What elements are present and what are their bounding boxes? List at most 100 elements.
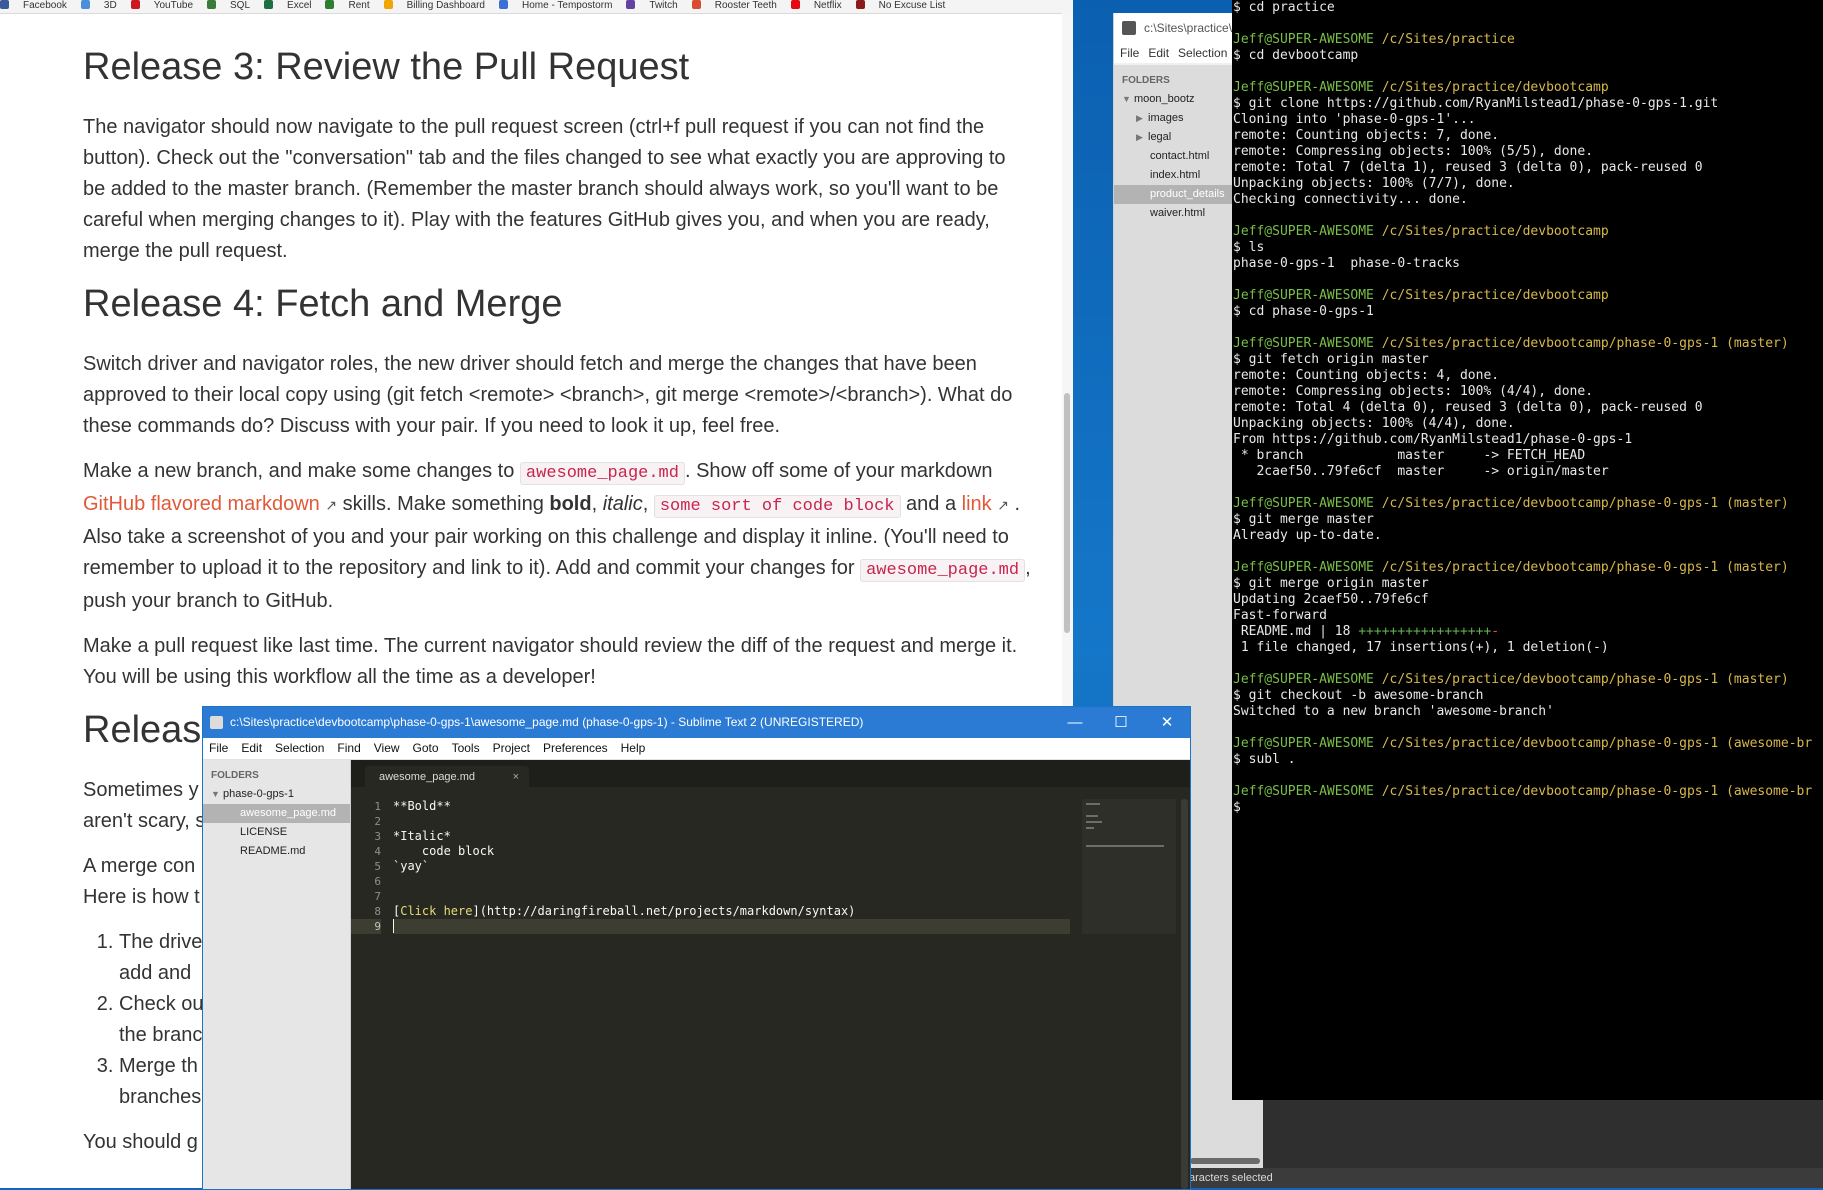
text-segment: ,: [642, 493, 654, 515]
close-button[interactable]: ✕: [1144, 707, 1190, 738]
close-tab-icon[interactable]: ×: [513, 766, 519, 788]
file-readme[interactable]: README.md: [203, 842, 350, 861]
terminal-line: Cloning into 'phase-0-gps-1'...: [1233, 112, 1476, 127]
code-area[interactable]: **Bold** *Italic* code block `yay` [Click h…: [393, 799, 1070, 934]
sublime-app-icon: [210, 716, 223, 729]
file-awesome-page[interactable]: awesome_page.md: [203, 804, 350, 823]
github-markdown-link[interactable]: GitHub flavored markdown: [83, 493, 320, 515]
tab-bar: awesome_page.md ×: [351, 760, 1190, 787]
bookmark-item[interactable]: 3D: [80, 0, 117, 11]
bookmark-label: Billing Dashboard: [406, 0, 485, 11]
bookmark-item[interactable]: Facebook: [0, 0, 67, 11]
menu-edit[interactable]: Edit: [1148, 46, 1169, 60]
menu-item[interactable]: Tools: [452, 741, 480, 755]
prompt-path: /c/Sites/practice/devbootcamp: [1373, 224, 1609, 239]
text-segment: add and: [119, 962, 192, 984]
line-number: 4: [374, 845, 381, 858]
terminal-line: Jeff@SUPER-AWESOME /c/Sites/practice/dev…: [1233, 496, 1823, 512]
menu-file[interactable]: File: [1120, 46, 1139, 60]
prompt-user: Jeff@SUPER-AWESOME: [1233, 736, 1374, 751]
bookmark-item[interactable]: No Excuse List: [855, 0, 945, 11]
terminal-line: remote: Compressing objects: 100% (5/5),…: [1233, 144, 1594, 159]
code-editor[interactable]: 1 2 3 4 5 6 7 89 **Bold** *Italic* code block `ya…: [351, 787, 1190, 1189]
terminal-window[interactable]: $ cd practice Jeff@SUPER-AWESOME /c/Sites…: [1232, 0, 1823, 1100]
maximize-button[interactable]: ☐: [1098, 707, 1144, 738]
menu-item[interactable]: Help: [621, 741, 646, 755]
bookmark-item[interactable]: Rent: [325, 0, 370, 11]
terminal-line: phase-0-gps-1 phase-0-tracks: [1233, 256, 1460, 271]
menu-item[interactable]: Project: [493, 741, 530, 755]
terminal-line: Jeff@SUPER-AWESOME /c/Sites/practice/dev…: [1233, 560, 1823, 576]
prompt-path: /c/Sites/practice/devbootcamp: [1373, 288, 1609, 303]
minimize-button[interactable]: —: [1052, 707, 1098, 738]
editor-scrollbar[interactable]: [1181, 799, 1188, 1189]
menu-item[interactable]: Find: [337, 741, 360, 755]
file-license[interactable]: LICENSE: [203, 823, 350, 842]
code-line: `yay`: [393, 859, 430, 873]
code-line: code block: [393, 844, 495, 858]
inline-code: some sort of code block: [653, 495, 901, 518]
menu-item[interactable]: Selection: [275, 741, 324, 755]
bookmark-label: Excel: [287, 0, 312, 11]
bookmark-item[interactable]: Billing Dashboard: [383, 0, 485, 11]
terminal-line: $ git merge master: [1233, 512, 1374, 527]
sublime-titlebar[interactable]: c:\Sites\practice\devbootcamp\phase-0-gp…: [203, 707, 1190, 738]
menu-selection[interactable]: Selection: [1178, 46, 1227, 60]
release-4-paragraph-2: Make a new branch, and make some changes…: [83, 456, 1033, 617]
bookmark-favicon-icon: [855, 0, 865, 9]
menu-item[interactable]: Edit: [241, 741, 262, 755]
window-controls: — ☐ ✕: [1052, 707, 1190, 738]
bookmark-item[interactable]: Excel: [264, 0, 311, 11]
terminal-line: remote: Compressing objects: 100% (4/4),…: [1233, 384, 1594, 399]
menu-item[interactable]: Goto: [413, 741, 439, 755]
bookmark-item[interactable]: Rooster Teeth: [691, 0, 777, 11]
terminal-line: Switched to a new branch 'awesome-branch…: [1233, 704, 1554, 719]
browser-scroll-thumb[interactable]: [1064, 393, 1070, 633]
terminal-line: Already up-to-date.: [1233, 528, 1382, 543]
italic-text: italic: [602, 493, 643, 515]
menu-item[interactable]: File: [209, 741, 228, 755]
text-segment: Check ou: [119, 993, 204, 1015]
prompt-user: Jeff@SUPER-AWESOME: [1233, 560, 1374, 575]
text-cursor: [393, 919, 394, 933]
bookmark-item[interactable]: YouTube: [130, 0, 193, 11]
terminal-line: $ git clone https://github.com/RyanMilst…: [1233, 96, 1719, 111]
sublime-menubar: File Edit Selection Find View Goto Tools Projec…: [203, 738, 1190, 760]
code-line: *Italic*: [393, 829, 451, 843]
line-number-gutter: 1 2 3 4 5 6 7 89: [351, 799, 381, 934]
menu-item[interactable]: View: [374, 741, 400, 755]
prompt-path: /c/Sites/practice/devbootcamp/phase-0-gp…: [1373, 672, 1789, 687]
line-number: 5: [374, 860, 381, 873]
terminal-line: $ git checkout -b awesome-branch: [1233, 688, 1484, 703]
prompt-user: Jeff@SUPER-AWESOME: [1233, 32, 1374, 47]
bookmark-favicon-icon: [383, 0, 393, 9]
bookmark-label: Rent: [348, 0, 370, 11]
text-segment: the branc: [119, 1024, 203, 1046]
diff-stat: README.md | 18: [1233, 624, 1359, 639]
horizontal-scrollbar[interactable]: [1190, 1158, 1260, 1164]
bookmark-item[interactable]: SQL: [207, 0, 250, 11]
terminal-line: Jeff@SUPER-AWESOME /c/Sites/practice/dev…: [1233, 672, 1823, 688]
minimap[interactable]: [1082, 799, 1176, 934]
external-link-icon: ↗: [325, 497, 338, 513]
bookmark-item[interactable]: Netflix: [790, 0, 842, 11]
bookmark-label: Facebook: [23, 0, 67, 11]
bookmark-item[interactable]: Twitch: [626, 0, 678, 11]
syntax-link[interactable]: link: [962, 493, 992, 515]
bookmark-favicon-icon: [790, 0, 800, 9]
menu-item[interactable]: Preferences: [543, 741, 608, 755]
bookmark-favicon-icon: [0, 0, 9, 9]
tab-label: awesome_page.md: [379, 771, 476, 783]
folder-phase-0-gps-1[interactable]: ▼ phase-0-gps-1: [203, 785, 350, 804]
collapsed-arrow-icon: ▶: [1136, 132, 1143, 142]
bookmark-item[interactable]: Home - Tempostorm: [499, 0, 612, 11]
terminal-line: remote: Total 4 (delta 0), reused 3 (del…: [1233, 400, 1703, 415]
inline-code: awesome_page.md: [860, 559, 1026, 582]
bookmarks-bar: Facebook 3D YouTube SQL Excel Rent Billing Das…: [0, 0, 1073, 14]
terminal-line: $ ls: [1233, 240, 1265, 255]
tab-awesome-page[interactable]: awesome_page.md ×: [365, 766, 529, 787]
